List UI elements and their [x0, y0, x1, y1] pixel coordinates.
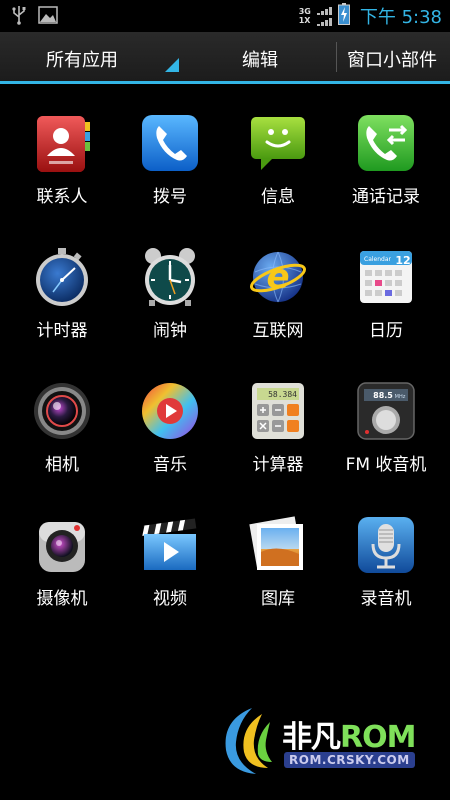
app-label: 通话记录: [352, 187, 420, 207]
app-label: 录音机: [360, 589, 412, 609]
watermark-brand: 非凡ROM: [282, 720, 416, 755]
app-label: 互联网: [252, 321, 304, 341]
app-camera[interactable]: 相机: [8, 366, 116, 500]
app-gallery[interactable]: 图库: [224, 500, 332, 634]
fm-radio-icon: 88.5 MHz: [355, 380, 417, 442]
app-messages[interactable]: 信息: [224, 98, 332, 232]
tab-bar: 所有应用 编辑 窗口小部件: [0, 32, 450, 84]
gallery-icon: [247, 514, 309, 576]
music-icon: [139, 380, 201, 442]
app-fm-radio[interactable]: 88.5 MHz FM 收音机: [332, 366, 440, 500]
app-label: 闹钟: [153, 321, 187, 341]
alarm-clock-icon: [139, 246, 201, 308]
tab-edit[interactable]: 编辑: [210, 32, 310, 81]
app-label: 信息: [261, 187, 295, 207]
recorder-icon: [355, 514, 417, 576]
tab-all-apps[interactable]: 所有应用: [0, 32, 185, 81]
tab-widgets-label: 窗口小部件: [347, 50, 437, 71]
app-label: 计算器: [252, 455, 304, 475]
app-call-log[interactable]: 通话记录: [332, 98, 440, 232]
app-label: 拨号: [153, 187, 187, 207]
app-video[interactable]: 视频: [116, 500, 224, 634]
status-bar: 3G 1X 下午 5:38: [0, 0, 450, 32]
network-type: 3G 1X: [298, 7, 311, 25]
tab-edit-label: 编辑: [242, 50, 278, 71]
calculator-display-text: 58.384: [268, 390, 297, 399]
phone-icon: [139, 112, 201, 174]
app-music[interactable]: 音乐: [116, 366, 224, 500]
tab-widgets[interactable]: 窗口小部件: [338, 32, 450, 81]
messages-icon: [247, 112, 309, 174]
calculator-icon: 58.384: [247, 380, 309, 442]
calendar-icon: Calendar 12: [355, 246, 417, 308]
video-icon: [139, 514, 201, 576]
status-clock: 下午 5:38: [359, 7, 442, 28]
app-label: 音乐: [153, 455, 187, 475]
app-label: 图库: [261, 589, 295, 609]
app-browser[interactable]: e 互联网: [224, 232, 332, 366]
usb-icon: [12, 5, 26, 29]
image-icon: [38, 6, 58, 28]
app-grid: 联系人 拨号 信息 通话记录 计时器 闹钟 e 互联网 Calendar 12 …: [8, 98, 442, 634]
app-contacts[interactable]: 联系人: [8, 98, 116, 232]
app-calendar[interactable]: Calendar 12 日历: [332, 232, 440, 366]
dropdown-triangle-icon: [165, 58, 179, 72]
watermark: 非凡ROM ROM.CRSKY.COM: [212, 700, 442, 780]
tab-divider: [336, 42, 337, 72]
app-phone[interactable]: 拨号: [116, 98, 224, 232]
browser-icon: e: [247, 246, 309, 308]
app-label: 摄像机: [36, 589, 88, 609]
app-label: 联系人: [36, 187, 88, 207]
app-stopwatch[interactable]: 计时器: [8, 232, 116, 366]
app-label: FM 收音机: [345, 455, 427, 475]
app-calculator[interactable]: 58.384 计算器: [224, 366, 332, 500]
contacts-icon: [31, 112, 93, 174]
calendar-header-text: Calendar: [364, 256, 392, 263]
app-recorder[interactable]: 录音机: [332, 500, 440, 634]
calendar-day-text: 12: [395, 254, 410, 267]
app-label: 日历: [369, 321, 403, 341]
radio-freq-text: 88.5: [373, 391, 393, 400]
call-log-icon: [355, 112, 417, 174]
battery-charging-icon: [337, 3, 350, 29]
app-alarm[interactable]: 闹钟: [116, 232, 224, 366]
tab-all-apps-label: 所有应用: [46, 50, 118, 71]
watermark-logo-icon: [225, 708, 272, 774]
signal-icon: [316, 6, 332, 26]
stopwatch-icon: [31, 246, 93, 308]
app-camcorder[interactable]: 摄像机: [8, 500, 116, 634]
app-label: 计时器: [36, 321, 88, 341]
app-label: 视频: [153, 589, 187, 609]
app-label: 相机: [45, 455, 79, 475]
watermark-url: ROM.CRSKY.COM: [284, 752, 415, 768]
radio-unit-text: MHz: [395, 394, 406, 400]
camera-icon: [31, 380, 93, 442]
camcorder-icon: [31, 514, 93, 576]
